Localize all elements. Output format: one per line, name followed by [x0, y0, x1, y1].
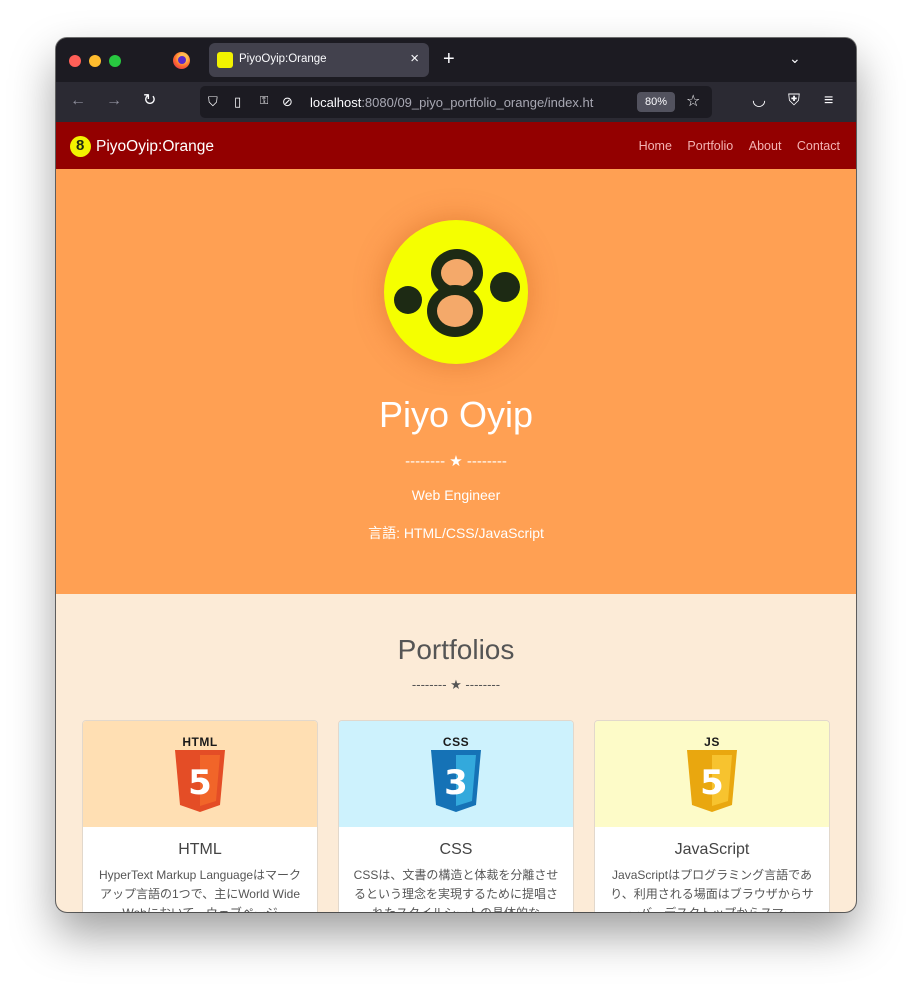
zoom-level[interactable]: 80%: [637, 92, 675, 112]
extension-shield-icon[interactable]: ⛨: [788, 91, 800, 111]
menu-icon[interactable]: ≡: [824, 91, 833, 111]
tracking-shield-icon[interactable]: ⛉: [208, 94, 218, 110]
nav-link-contact[interactable]: Contact: [797, 139, 840, 153]
web-page: PiyoOyip:Orange Home Portfolio About Con…: [56, 122, 856, 912]
tab-title: PiyoOyip:Orange: [239, 53, 327, 65]
reload-button[interactable]: ↻: [143, 91, 156, 111]
portfolio-title: Portfolios: [397, 634, 515, 665]
site-brand[interactable]: PiyoOyip:Orange: [70, 136, 214, 157]
css3-shield-icon: 3: [431, 750, 481, 812]
page-info-icon[interactable]: ▯: [234, 94, 241, 110]
navigation-toolbar: ← → ↻ ⛉ ▯ ⚿ ⊘ localhost:8080/09_piyo_por…: [56, 82, 856, 122]
portfolio-divider: -------- ★ --------: [411, 677, 501, 692]
js-shield-icon: 5: [687, 750, 737, 812]
card-title: JavaScript: [674, 841, 750, 858]
back-button[interactable]: ←: [70, 91, 86, 111]
site-nav-links: Home Portfolio About Contact: [627, 139, 840, 153]
portfolio-card-css[interactable]: CSS 3 CSS CSSは、文書の構造と体裁を分離させるという理念を実現するた…: [338, 720, 574, 912]
minimize-window-button[interactable]: [89, 55, 101, 67]
card-image: JS 5: [595, 721, 829, 827]
card-logo-label: JS: [704, 735, 720, 749]
hero-divider: -------- ★ --------: [405, 453, 507, 470]
brand-logo-icon: [70, 136, 91, 157]
card-image: CSS 3: [339, 721, 573, 827]
card-image: HTML 5: [83, 721, 317, 827]
permissions-icon[interactable]: ⚿: [260, 95, 268, 108]
firefox-icon[interactable]: [173, 52, 190, 69]
browser-window: PiyoOyip:Orange × + ⌄ ← → ↻ ⛉ ▯ ⚿ ⊘ loca…: [56, 38, 856, 912]
card-text: CSSは、文書の構造と体裁を分離させるという理念を実現するために提唱されたスタイ…: [353, 868, 559, 912]
forward-button[interactable]: →: [106, 91, 122, 111]
brand-name: PiyoOyip:Orange: [96, 137, 215, 155]
nav-link-portfolio[interactable]: Portfolio: [687, 139, 733, 153]
tab-close-icon[interactable]: ×: [410, 50, 419, 68]
tab-favicon-icon: [217, 52, 233, 68]
list-tabs-icon[interactable]: ⌄: [789, 50, 801, 67]
new-tab-button[interactable]: +: [443, 47, 455, 71]
avatar-logo-icon: [394, 249, 520, 337]
site-navbar: PiyoOyip:Orange Home Portfolio About Con…: [56, 122, 856, 169]
url-bar[interactable]: ⛉ ▯ ⚿ ⊘ localhost:8080/09_piyo_portfolio…: [200, 86, 712, 118]
shield-digit: 3: [444, 763, 468, 803]
hero-languages: 言語: HTML/CSS/JavaScript: [368, 525, 544, 541]
card-title: CSS: [439, 841, 473, 858]
portfolio-card-html[interactable]: HTML 5 HTML HyperText Markup Languageはマー…: [82, 720, 318, 912]
html5-shield-icon: 5: [175, 750, 225, 812]
maximize-window-button[interactable]: [109, 55, 121, 67]
close-window-button[interactable]: [69, 55, 81, 67]
card-logo-label: CSS: [442, 735, 470, 749]
active-tab[interactable]: PiyoOyip:Orange ×: [209, 43, 429, 77]
hero-section: Piyo Oyip -------- ★ -------- Web Engine…: [56, 169, 856, 594]
shield-digit: 5: [700, 763, 724, 803]
portfolio-card-javascript[interactable]: JS 5 JavaScript JavaScriptはプログラミング言語であり、…: [594, 720, 830, 912]
shield-digit: 5: [188, 763, 212, 803]
card-text: HyperText Markup Languageはマークアップ言語の1つで、主…: [98, 868, 302, 912]
bookmark-star-icon[interactable]: ☆: [686, 91, 700, 111]
nav-link-about[interactable]: About: [749, 139, 782, 153]
screen-share-blocked-icon[interactable]: ⊘: [282, 94, 293, 110]
card-logo-label: HTML: [182, 735, 218, 749]
nav-link-home[interactable]: Home: [639, 139, 672, 153]
hero-name: Piyo Oyip: [378, 394, 534, 435]
hero-role: Web Engineer: [411, 487, 501, 503]
url-text[interactable]: localhost:8080/09_piyo_portfolio_orange/…: [310, 95, 630, 110]
card-title: HTML: [178, 841, 222, 858]
avatar: [384, 220, 528, 364]
card-text: JavaScriptはプログラミング言語であり、利用される場面はブラウザからサー…: [610, 868, 814, 912]
pocket-icon[interactable]: ◡: [752, 91, 766, 111]
tab-strip: PiyoOyip:Orange × + ⌄: [56, 38, 856, 82]
